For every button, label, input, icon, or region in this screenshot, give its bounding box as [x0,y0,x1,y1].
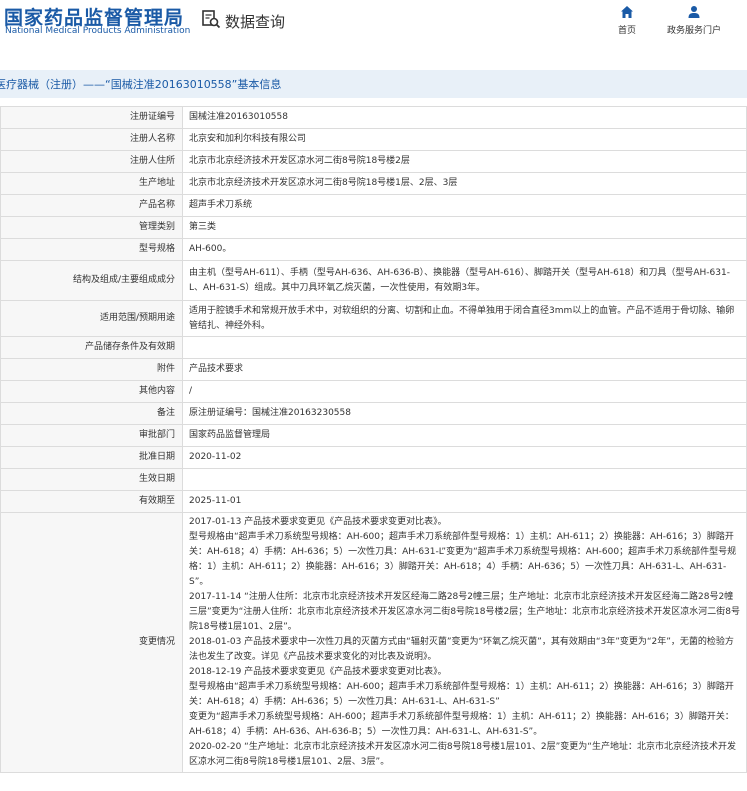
change-item: 2018-12-19 产品技术要求变更见《产品技术要求变更对比表》。 [189,667,447,677]
row-value: AH-600。 [182,238,747,261]
page-title: 医疗器械（注册）——“国械注准20163010558”基本信息 [0,78,282,91]
user-icon [688,6,700,18]
row-label: 注册人住所 [0,150,183,173]
table-row: 注册人名称 北京安和加利尔科技有限公司 [0,128,747,151]
table-row: 附件 产品技术要求 [0,358,747,381]
table-row: 批准日期 2020-11-02 [0,446,747,469]
row-label: 产品储存条件及有效期 [0,336,183,359]
site-header: 国家药品监督管理局 National Medical Products Admi… [0,0,747,58]
nav-home-label: 首页 [618,26,637,36]
table-row: 适用范围/预期用途 适用于腔镜手术和常规开放手术中，对软组织的分离、切割和止血。不… [0,300,747,337]
row-value: 2020-11-02 [182,446,747,469]
row-value: 国家药品监督管理局 [182,424,747,447]
row-label: 审批部门 [0,424,183,447]
row-label: 管理类别 [0,216,183,239]
row-label: 附件 [0,358,183,381]
row-value: 第三类 [182,216,747,239]
row-value: 原注册证编号：国械注准20163230558 [182,402,747,425]
table-row: 生效日期 [0,468,747,491]
change-history: 2017-01-13 产品技术要求变更见《产品技术要求变更对比表》。型号规格由“… [182,512,747,773]
row-value: 产品技术要求 [182,358,747,381]
document-search-icon [201,9,221,33]
change-item: 2017-11-14 “注册人住所：北京市北京经济技术开发区经海二路28号2幢三… [189,592,740,632]
row-label: 生效日期 [0,468,183,491]
table-row: 型号规格 AH-600。 [0,238,747,261]
nav-gov-service[interactable]: 政务服务门户 [667,5,721,36]
row-label: 注册人名称 [0,128,183,151]
change-item: 2020-02-20 “生产地址：北京市北京经济技术开发区凉水河二街8号院18号… [189,742,736,767]
table-row: 注册证编号 国械注准20163010558 [0,106,747,129]
row-value: 超声手术刀系统 [182,194,747,217]
table-row: 管理类别 第三类 [0,216,747,239]
change-item: 2017-01-13 产品技术要求变更见《产品技术要求变更对比表》。 [189,517,447,527]
row-value [182,468,747,491]
row-label: 备注 [0,402,183,425]
table-row: 产品储存条件及有效期 [0,336,747,359]
row-value: 北京市北京经济技术开发区凉水河二街8号院18号楼1层、2层、3层 [182,172,747,195]
title-band: 医疗器械（注册）——“国械注准20163010558”基本信息 [0,70,747,98]
row-label: 注册证编号 [0,106,183,129]
row-label: 型号规格 [0,238,183,261]
row-label: 其他内容 [0,380,183,403]
row-label: 产品名称 [0,194,183,217]
nav-home[interactable]: 首页 [618,5,636,36]
data-query-title: 数据查询 [201,9,285,33]
table-row: 结构及组成/主要组成成分 由主机（型号AH-611）、手柄（型号AH-636、AH… [0,260,747,301]
table-row-changes: 变更情况 2017-01-13 产品技术要求变更见《产品技术要求变更对比表》。 型号… [0,512,747,773]
detail-table: 注册证编号 国械注准20163010558 注册人名称 北京安和加利尔科技有限公司 注册… [0,106,747,773]
table-row: 审批部门 国家药品监督管理局 [0,424,747,447]
change-item: 2018-01-03 产品技术要求中一次性刀具的灭菌方式由“辐射灭菌”变更为“环… [189,637,734,662]
table-row: 备注 原注册证编号：国械注准20163230558 [0,402,747,425]
row-label: 结构及组成/主要组成成分 [0,260,183,301]
search-title-text: 数据查询 [225,12,286,31]
change-item: 变更为“超声手术刀系统型号规格：AH-600；超声手术刀系统部件型号规格：1）主… [189,712,734,737]
home-icon [621,6,633,18]
row-value: 适用于腔镜手术和常规开放手术中，对软组织的分离、切割和止血。不得单独用于闭合直径… [182,300,747,337]
row-value [182,336,747,359]
table-row: 生产地址 北京市北京经济技术开发区凉水河二街8号院18号楼1层、2层、3层 [0,172,747,195]
row-label: 有效期至 [0,490,183,513]
site-logo-subtitle: National Medical Products Administration [5,26,191,36]
table-row: 注册人住所 北京市北京经济技术开发区凉水河二街8号院18号楼2层 [0,150,747,173]
change-item: 型号规格由“超声手术刀系统型号规格：AH-600；超声手术刀系统部件型号规格：1… [189,682,734,707]
row-value: 2025-11-01 [182,490,747,513]
row-label: 批准日期 [0,446,183,469]
table-row: 产品名称 超声手术刀系统 [0,194,747,217]
row-value: 国械注准20163010558 [182,106,747,129]
row-label: 变更情况 [0,512,183,773]
table-row: 有效期至 2025-11-01 [0,490,747,513]
row-label: 适用范围/预期用途 [0,300,183,337]
row-value: / [182,380,747,403]
row-value: 北京安和加利尔科技有限公司 [182,128,747,151]
row-value: 北京市北京经济技术开发区凉水河二街8号院18号楼2层 [182,150,747,173]
nav-service-label: 政务服务门户 [667,26,722,36]
table-row: 其他内容 / [0,380,747,403]
change-item: 型号规格由“超声手术刀系统型号规格：AH-600；超声手术刀系统部件型号规格：1… [189,532,737,587]
row-label: 生产地址 [0,172,183,195]
row-value: 由主机（型号AH-611）、手柄（型号AH-636、AH-636-B）、换能器（… [182,260,747,301]
